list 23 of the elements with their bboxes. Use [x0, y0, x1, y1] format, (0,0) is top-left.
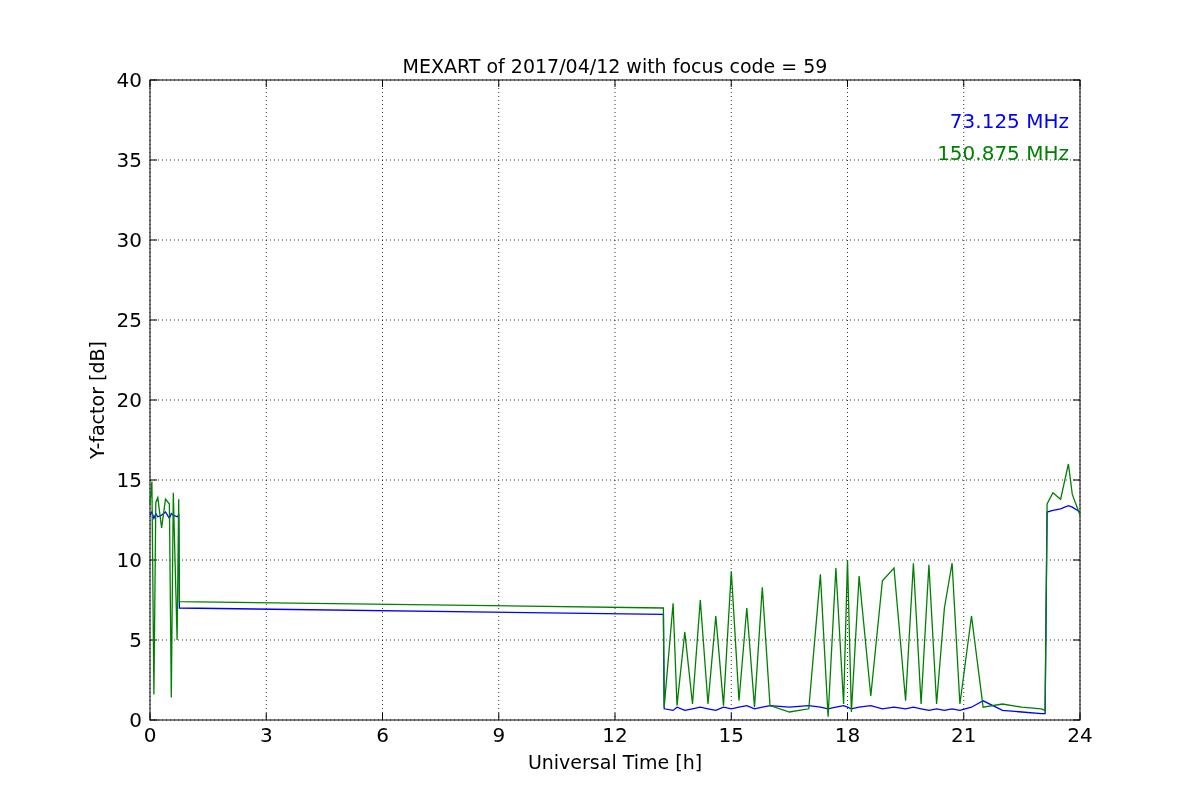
tick-label: 3	[259, 723, 273, 747]
tick-label: 20	[116, 388, 142, 412]
tick-label: 35	[116, 148, 142, 172]
tick-label: 15	[718, 723, 744, 747]
tick-label: 0	[143, 723, 157, 747]
legend-label: 73.125 MHz	[949, 109, 1069, 133]
tick-label: 40	[116, 68, 142, 92]
tick-label: 15	[116, 468, 142, 492]
tick-label: 5	[129, 628, 142, 652]
axis-label: Universal Time [h]	[527, 751, 703, 773]
tick-label: 12	[602, 723, 628, 747]
tick-label: 6	[376, 723, 389, 747]
tick-label: 0	[129, 708, 142, 732]
tick-label: 10	[116, 548, 142, 572]
tick-label: 30	[116, 228, 142, 252]
tick-label: 24	[1067, 723, 1093, 747]
tick-label: 25	[116, 308, 142, 332]
legend-label: 150.875 MHz	[937, 141, 1069, 165]
chart-title: MEXART of 2017/04/12 with focus code = 59	[402, 55, 828, 77]
tick-label: 18	[834, 723, 861, 747]
tick-label: 21	[951, 723, 977, 747]
axis-label: Y-factor [dB]	[86, 341, 108, 459]
tick-label: 9	[492, 723, 506, 747]
